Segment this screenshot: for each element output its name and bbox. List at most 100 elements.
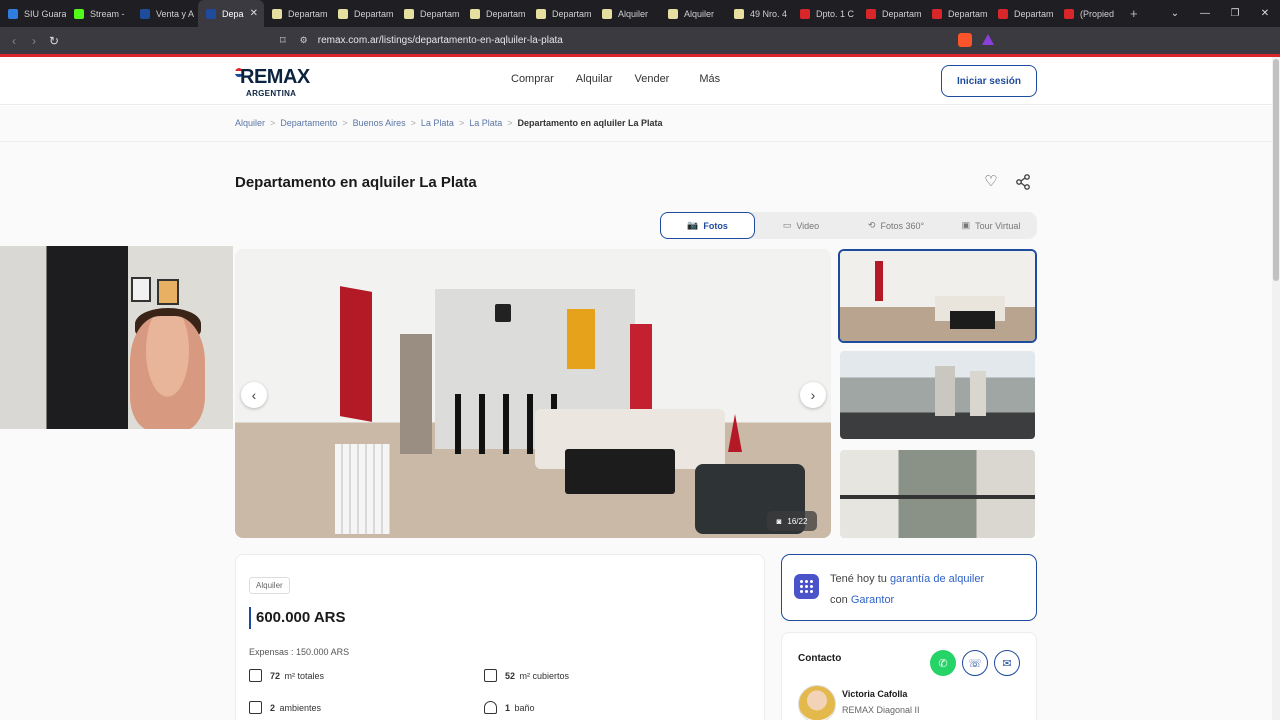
tab-list-icon[interactable]: ⌄: [1160, 8, 1190, 19]
forward-icon[interactable]: ›: [24, 34, 44, 48]
whatsapp-button[interactable]: ✆: [930, 650, 956, 676]
tab-favicon-icon: [140, 8, 150, 19]
tab-title: Venta y A: [156, 8, 195, 19]
browser-tab[interactable]: Departam: [924, 0, 990, 27]
breadcrumb-separator: >: [507, 118, 513, 128]
garantor-link-garantia[interactable]: garantía de alquiler: [890, 573, 984, 585]
brave-shields-icon[interactable]: [958, 33, 972, 47]
thumbnail-3[interactable]: [840, 450, 1035, 538]
garantor-prefix: Tené hoy tu: [830, 573, 887, 585]
page-scrollbar[interactable]: [1272, 57, 1280, 720]
tab-title: Alquiler: [618, 8, 649, 19]
prev-photo-button[interactable]: ‹: [241, 382, 267, 408]
browser-tab[interactable]: (Propied: [1056, 0, 1122, 27]
phone-button[interactable]: ☏: [962, 650, 988, 676]
main-photo[interactable]: [235, 249, 831, 538]
tab-title: Departam: [1014, 8, 1054, 19]
garantor-logo-icon: [794, 574, 819, 599]
maximize-icon[interactable]: ❐: [1220, 8, 1250, 19]
reload-icon[interactable]: ↻: [44, 34, 64, 48]
garantor-link-brand[interactable]: Garantor: [851, 594, 894, 606]
thumbnail-2[interactable]: [840, 351, 1035, 439]
browser-tab[interactable]: Alquiler: [660, 0, 726, 27]
tab-title: Stream -: [90, 8, 125, 19]
feature-value: 72: [270, 670, 281, 681]
browser-tab[interactable]: 49 Nro. 4: [726, 0, 792, 27]
back-icon[interactable]: ‹: [4, 34, 24, 48]
thumbnail-1[interactable]: [838, 249, 1037, 343]
next-photo-button[interactable]: ›: [800, 382, 826, 408]
browser-tab[interactable]: Depa ✕: [198, 0, 264, 27]
tab-favicon-icon: [998, 8, 1008, 19]
browser-tab[interactable]: Departam: [264, 0, 330, 27]
breadcrumb-current: Departamento en aqluiler La Plata: [517, 118, 663, 128]
breadcrumb-item[interactable]: Alquiler: [235, 118, 265, 128]
tab-label: Tour Virtual: [975, 220, 1021, 231]
breadcrumb-item[interactable]: Departamento: [280, 118, 337, 128]
tab-favicon-icon: [206, 8, 216, 19]
login-button[interactable]: Iniciar sesión: [941, 65, 1037, 97]
remax-logo[interactable]: REMAX ARGENTINA: [235, 66, 325, 100]
garantor-text: Tené hoy tu garantía de alquiler con Gar…: [830, 569, 1030, 611]
url-field[interactable]: ⌑ ⚙ remax.com.ar/listings/departamento-e…: [280, 31, 1030, 50]
price-card: Alquiler 600.000 ARS Expensas : 150.000 …: [235, 554, 765, 720]
vr-icon: ▣: [961, 220, 971, 230]
tab-favicon-icon: [734, 8, 744, 19]
garantor-banner[interactable]: Tené hoy tu garantía de alquiler con Gar…: [781, 554, 1037, 621]
nav-alquilar[interactable]: Alquilar: [576, 73, 613, 85]
new-tab-icon[interactable]: +: [1130, 6, 1138, 21]
breadcrumb-item[interactable]: Buenos Aires: [353, 118, 406, 128]
nav-vender[interactable]: Vender: [634, 73, 669, 85]
nav-mas[interactable]: Más: [699, 73, 720, 85]
email-button[interactable]: ✉: [994, 650, 1020, 676]
browser-tab[interactable]: Departam: [330, 0, 396, 27]
feature-value: 1: [505, 702, 511, 713]
total-area-icon: [249, 669, 262, 682]
tab-favicon-icon: [602, 8, 612, 19]
feature-bath: 1 baño: [484, 701, 535, 714]
window-controls: ⌄ — ❐ ✕: [1160, 0, 1280, 27]
site-info-icon[interactable]: ⚙: [300, 35, 308, 46]
site-header: REMAX ARGENTINA Comprar Alquilar Vender …: [0, 57, 1280, 105]
brave-rewards-icon[interactable]: [982, 34, 994, 45]
tab-video[interactable]: ▭ Video: [755, 212, 847, 239]
favorite-heart-icon[interactable]: ♡: [981, 172, 1001, 192]
brand-name: REMAX: [240, 66, 310, 88]
browser-tab[interactable]: Alquiler: [594, 0, 660, 27]
tab-favicon-icon: [1064, 8, 1074, 19]
breadcrumb-item[interactable]: La Plata: [421, 118, 454, 128]
browser-tab[interactable]: SIU Guara: [0, 0, 66, 27]
tab-favicon-icon: [536, 8, 546, 19]
browser-tab[interactable]: Departam: [462, 0, 528, 27]
close-tab-icon[interactable]: ✕: [250, 8, 258, 19]
breadcrumb-separator: >: [342, 118, 348, 128]
tab-title: Dpto. 1 C: [816, 8, 855, 19]
browser-tab[interactable]: Stream -: [66, 0, 132, 27]
tab-favicon-icon: [8, 8, 18, 19]
breadcrumb-separator: >: [410, 118, 416, 128]
brand-country: ARGENTINA: [246, 89, 297, 98]
bath-icon: [484, 701, 497, 714]
close-window-icon[interactable]: ✕: [1250, 8, 1280, 19]
share-icon[interactable]: [1013, 172, 1033, 192]
browser-tab-bar: SIU Guara Stream - Venta y A Depa ✕ Departam D…: [0, 0, 1280, 27]
tab-tour-virtual[interactable]: ▣ Tour Virtual: [945, 212, 1037, 239]
browser-tab[interactable]: Departam: [528, 0, 594, 27]
tab-fotos-360[interactable]: ⟲ Fotos 360°: [847, 212, 945, 239]
breadcrumb-separator: >: [270, 118, 276, 128]
bookmark-icon[interactable]: ⌑: [280, 34, 286, 47]
tab-favicon-icon: [74, 8, 84, 19]
breadcrumb-item[interactable]: La Plata: [469, 118, 502, 128]
nav-comprar[interactable]: Comprar: [511, 73, 554, 85]
tab-fotos[interactable]: 📷 Fotos: [660, 212, 755, 239]
browser-tab[interactable]: Venta y A: [132, 0, 198, 27]
minimize-icon[interactable]: —: [1190, 8, 1220, 19]
browser-tab[interactable]: Dpto. 1 C: [792, 0, 858, 27]
browser-tab[interactable]: Departam: [858, 0, 924, 27]
tab-title: Departam: [948, 8, 988, 19]
scrollbar-thumb[interactable]: [1273, 59, 1279, 281]
tab-favicon-icon: [404, 8, 414, 19]
browser-tab[interactable]: Departam: [990, 0, 1056, 27]
tab-title: Departam: [486, 8, 526, 19]
browser-tab[interactable]: Departam: [396, 0, 462, 27]
